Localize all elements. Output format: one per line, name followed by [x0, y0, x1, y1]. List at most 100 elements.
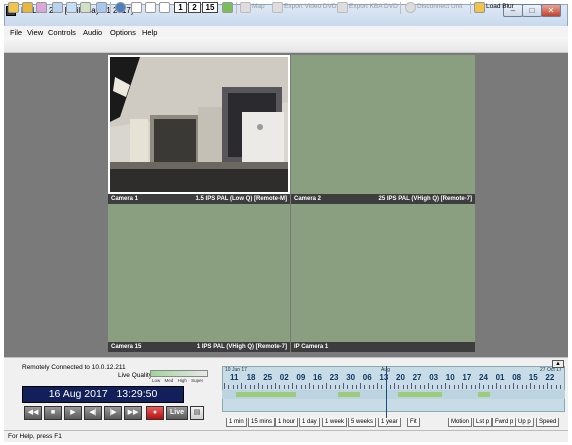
nav-tab-lst-p[interactable]: Lst p: [473, 418, 493, 427]
timeline-day-label: 22: [545, 373, 555, 382]
camera-2-feed[interactable]: [291, 55, 475, 194]
nav-tab-speed[interactable]: Speed: [536, 418, 560, 427]
menu-view[interactable]: View: [27, 28, 43, 37]
zoom-tab-1-year[interactable]: 1 year: [378, 418, 401, 427]
zoom-tab-15-mins[interactable]: 15 mins: [248, 418, 276, 427]
timeline-tick: [419, 385, 421, 389]
ip-camera-1-feed[interactable]: [291, 204, 475, 342]
timeline-cursor[interactable]: [386, 366, 387, 423]
snapshot-list-icon[interactable]: ▤: [190, 406, 204, 420]
info-icon[interactable]: [115, 2, 126, 13]
timeline-tick: [406, 385, 408, 389]
camera-1-feed[interactable]: [108, 55, 290, 194]
timeline-tick: [224, 383, 225, 389]
nav-tab-up-p[interactable]: Up p: [515, 418, 534, 427]
paste-icon[interactable]: [66, 2, 77, 13]
timeline-tick: [309, 383, 310, 389]
timeline-tick: [411, 383, 412, 389]
menu-help[interactable]: Help: [142, 28, 157, 37]
close-button[interactable]: ✕: [541, 4, 561, 17]
zoom-tab-1-day[interactable]: 1 day: [299, 418, 320, 427]
camera-2-name: Camera 2: [294, 196, 322, 202]
date-time-display: 16 Aug 2017 13:29:50: [22, 386, 184, 403]
timeline-tick: [313, 385, 315, 389]
menu-file[interactable]: File: [10, 28, 22, 37]
timeline-tick: [236, 385, 238, 389]
layout-2-button[interactable]: 2: [188, 2, 201, 13]
layout-1-button[interactable]: 1: [174, 2, 187, 13]
timeline-tick: [343, 383, 344, 389]
timeline-tick: [283, 385, 285, 389]
step-back-button[interactable]: ◀|: [84, 406, 102, 420]
timeline-tick: [262, 385, 264, 389]
zoom-tab-5-weeks[interactable]: 5 weeks: [348, 418, 377, 427]
multi-view-icon[interactable]: [159, 2, 170, 13]
dvd-icon: [272, 2, 283, 13]
archive-icon[interactable]: [36, 2, 47, 13]
recorded-segment: [398, 392, 442, 397]
status-text: For Help, press F1: [8, 433, 62, 440]
timeline-tick: [245, 385, 247, 389]
step-forward-button[interactable]: |▶: [104, 406, 122, 420]
live-button[interactable]: Live: [166, 406, 188, 420]
menu-controls[interactable]: Controls: [48, 28, 76, 37]
quality-low: Low: [152, 378, 161, 383]
map-button: Map: [252, 3, 265, 10]
play-button[interactable]: ▶: [64, 406, 82, 420]
timeline-tick: [440, 385, 442, 389]
timeline-tick: [445, 383, 446, 389]
timeline-day-label: 17: [462, 373, 472, 382]
zoom-tab-1-hour[interactable]: 1 hour: [275, 418, 299, 427]
timeline-tick: [534, 385, 536, 389]
timeline-tick: [500, 385, 502, 389]
timeline-tick: [300, 385, 302, 389]
timeline-tick: [559, 385, 561, 389]
nav-tab-fwrd-p[interactable]: Fwrd p: [492, 418, 517, 427]
timeline-tick: [462, 383, 463, 389]
timeline-tick: [513, 383, 514, 389]
timeline-tick: [415, 385, 417, 389]
copy-icon[interactable]: [52, 2, 63, 13]
collapse-icon[interactable]: ▲: [552, 360, 564, 368]
timeline-tick: [457, 385, 459, 389]
folder-icon[interactable]: [474, 2, 485, 13]
timeline-tick: [334, 385, 336, 389]
quad-view-icon[interactable]: [145, 2, 156, 13]
menu-options[interactable]: Options: [110, 28, 136, 37]
folder-add-icon[interactable]: [22, 2, 33, 13]
image-icon[interactable]: [80, 2, 91, 13]
zoom-tab-fit[interactable]: Fit: [407, 418, 420, 427]
rewind-button[interactable]: ◀◀: [24, 406, 42, 420]
zoom-tab-1-min[interactable]: 1 min: [226, 418, 247, 427]
timeline-day-label: 23: [329, 373, 339, 382]
timeline-tick: [292, 383, 293, 389]
stop-button[interactable]: ■: [44, 406, 62, 420]
load-blur-button[interactable]: Load Blur: [486, 3, 514, 10]
timeline-day-label: 18: [246, 373, 256, 382]
record-button[interactable]: ●: [146, 406, 164, 420]
sequence-icon[interactable]: [222, 2, 233, 13]
open-folder-icon[interactable]: [8, 2, 19, 13]
timeline-tick: [249, 385, 251, 389]
maximize-button[interactable]: □: [522, 4, 542, 17]
nav-tab-motion[interactable]: Motion: [448, 418, 473, 427]
timeline-day-label: 02: [279, 373, 289, 382]
timeline-day-label: 25: [263, 373, 273, 382]
recorded-segment: [478, 392, 490, 397]
live-quality-slider[interactable]: [150, 370, 208, 377]
layout-15-button[interactable]: 15: [202, 2, 218, 13]
timeline-tick: [428, 383, 429, 389]
timeline-tick: [368, 385, 370, 389]
timeline-tick: [228, 385, 230, 389]
timeline-tick: [496, 383, 497, 389]
zoom-tab-1-week[interactable]: 1 week: [322, 418, 348, 427]
export-video-dvd-button: Export Video DVD: [284, 3, 337, 10]
timeline-tick: [436, 385, 438, 389]
camera-icon[interactable]: [96, 2, 107, 13]
single-view-icon[interactable]: [131, 2, 142, 13]
timeline-tick: [351, 385, 353, 389]
menu-audio[interactable]: Audio: [83, 28, 102, 37]
timeline-tick: [530, 383, 531, 389]
camera-15-feed[interactable]: [108, 204, 290, 342]
fast-forward-button[interactable]: ▶▶: [124, 406, 142, 420]
